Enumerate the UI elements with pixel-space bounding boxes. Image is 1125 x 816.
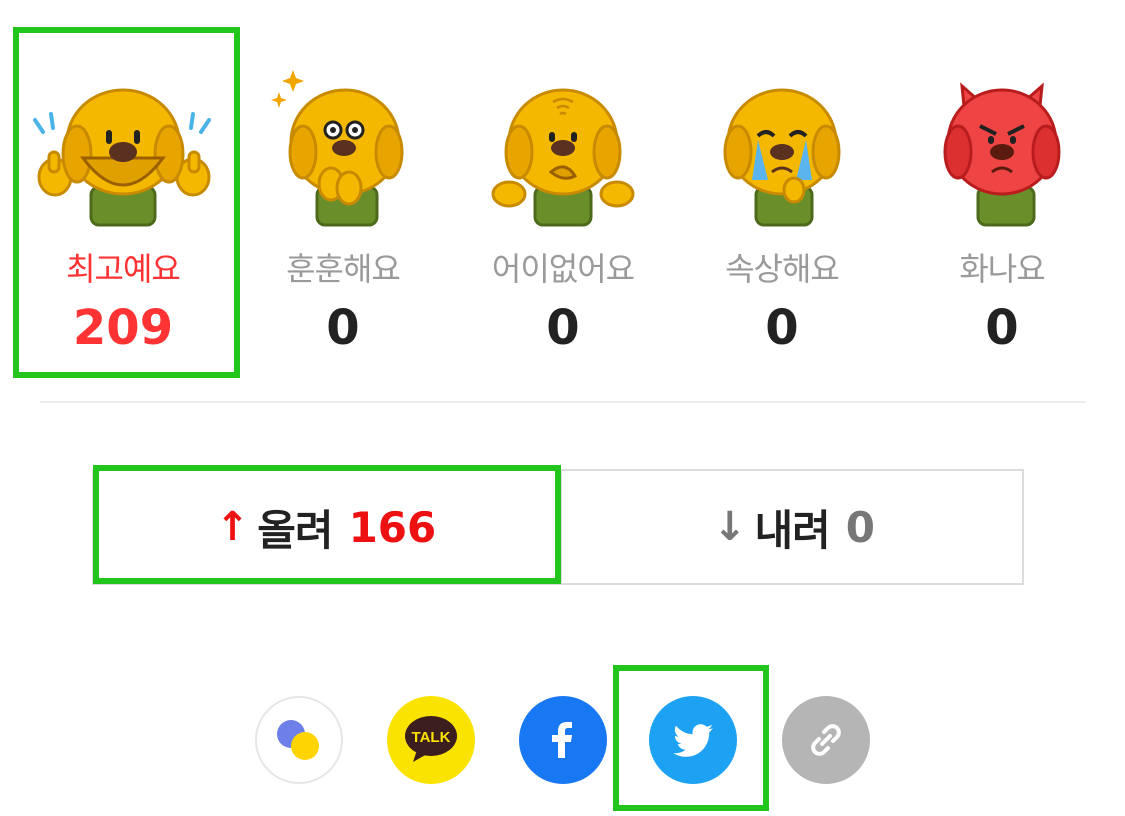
copy-link-button[interactable]	[782, 696, 870, 784]
reaction-label: 최고예요	[66, 250, 181, 288]
kakaotalk-text: TALK	[412, 729, 451, 746]
reaction-bar: 최고예요 209 훈훈해요 0 어이없어요 0 속상해요 0 화나요 0	[0, 0, 1125, 400]
reaction-absurd[interactable]: 어이없어요 0	[453, 30, 673, 370]
reaction-count: 0	[546, 300, 580, 356]
reaction-count: 0	[326, 300, 360, 356]
reaction-label: 어이없어요	[491, 250, 635, 288]
facebook-share-button[interactable]	[519, 696, 607, 784]
kakaotalk-share-button[interactable]: TALK	[387, 696, 475, 784]
upvote-button[interactable]: ↑ 올려 166	[94, 471, 558, 583]
reaction-count: 209	[72, 300, 174, 356]
downvote-count: 0	[845, 502, 876, 552]
crying-dog-icon	[723, 88, 841, 227]
divider	[40, 401, 1086, 403]
facebook-icon	[552, 722, 572, 758]
arrow-down-icon: ↓	[712, 504, 747, 550]
daum-share-icon	[277, 720, 319, 760]
reaction-label: 화나요	[959, 250, 1045, 288]
twitter-icon	[673, 724, 713, 757]
touched-dog-icon	[271, 70, 404, 227]
downvote-button[interactable]: ↓ 내려 0	[560, 471, 1026, 583]
shrug-dog-icon	[491, 88, 635, 227]
link-icon	[811, 724, 841, 756]
downvote-label: 내려	[754, 505, 831, 555]
arrow-up-icon: ↑	[215, 504, 250, 550]
upvote-label: 올려	[257, 505, 333, 555]
reaction-heartwarming[interactable]: 훈훈해요 0	[233, 30, 453, 370]
reaction-label: 훈훈해요	[286, 250, 401, 288]
reaction-angry[interactable]: 화나요 0	[892, 30, 1112, 370]
reaction-upset[interactable]: 속상해요 0	[672, 30, 892, 370]
reaction-label: 속상해요	[725, 250, 840, 288]
reaction-best[interactable]: 최고예요 209	[13, 30, 233, 370]
upvote-count: 166	[348, 502, 437, 552]
angry-dog-icon	[943, 82, 1061, 227]
kakaotalk-icon: TALK	[405, 716, 457, 762]
daum-share-button[interactable]	[255, 696, 343, 784]
reaction-count: 0	[765, 300, 799, 356]
reaction-count: 0	[985, 300, 1019, 356]
vote-box: ↑ 올려 166 ↓ 내려 0	[92, 469, 1024, 585]
twitter-share-button[interactable]	[649, 696, 737, 784]
thumbs-up-dog-icon	[33, 88, 211, 227]
